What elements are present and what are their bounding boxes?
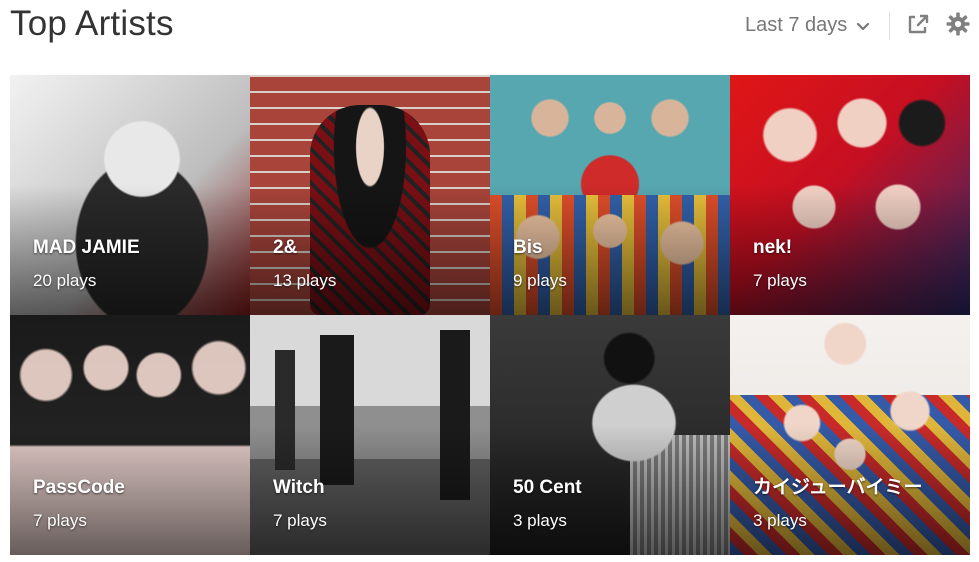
artist-name: PassCode: [33, 477, 125, 498]
settings-button[interactable]: [944, 12, 972, 40]
artist-tile-50-cent[interactable]: 50 Cent 3 plays: [490, 315, 730, 555]
artist-tile-bis[interactable]: Bis 9 plays: [490, 75, 730, 315]
artist-plays: 13 plays: [273, 271, 337, 290]
artist-tile-mad-jamie[interactable]: MAD JAMIE 20 plays: [10, 75, 250, 315]
artist-tile-passcode[interactable]: PassCode 7 plays: [10, 315, 250, 555]
share-button[interactable]: [904, 12, 932, 40]
header-divider: [889, 12, 890, 40]
artist-tile-nek[interactable]: nek! 7 plays: [730, 75, 970, 315]
artist-name: カイジューバイミー: [753, 477, 923, 498]
artist-plays: 20 plays: [33, 271, 97, 290]
artist-name: nek!: [753, 237, 793, 258]
chevron-down-icon: [855, 18, 871, 34]
artist-name: 2&: [273, 237, 298, 258]
gear-icon: [945, 11, 971, 42]
artist-tile-kaiju-bye-me[interactable]: カイジューバイミー 3 plays: [730, 315, 970, 555]
artist-name: Witch: [273, 477, 325, 498]
time-range-label: Last 7 days: [745, 14, 848, 36]
artist-name: MAD JAMIE: [33, 237, 140, 258]
artist-plays: 7 plays: [273, 511, 327, 530]
artist-plays: 3 plays: [513, 511, 567, 530]
share-external-icon: [905, 11, 931, 42]
artist-plays: 7 plays: [753, 271, 807, 290]
artist-plays: 7 plays: [33, 511, 87, 530]
artist-tile-witch[interactable]: Witch 7 plays: [250, 315, 490, 555]
artist-name: Bis: [513, 237, 543, 258]
artist-tile-2and[interactable]: 2& 13 plays: [250, 75, 490, 315]
artist-plays: 3 plays: [753, 511, 807, 530]
widget-header: Top Artists Last 7 days: [0, 0, 979, 60]
artist-plays: 9 plays: [513, 271, 567, 290]
artist-grid: MAD JAMIE 20 plays 2& 13 plays Bis 9 pla…: [10, 75, 971, 555]
artist-name: 50 Cent: [513, 477, 582, 498]
widget-title: Top Artists: [10, 4, 174, 43]
time-range-dropdown[interactable]: Last 7 days: [745, 14, 871, 37]
